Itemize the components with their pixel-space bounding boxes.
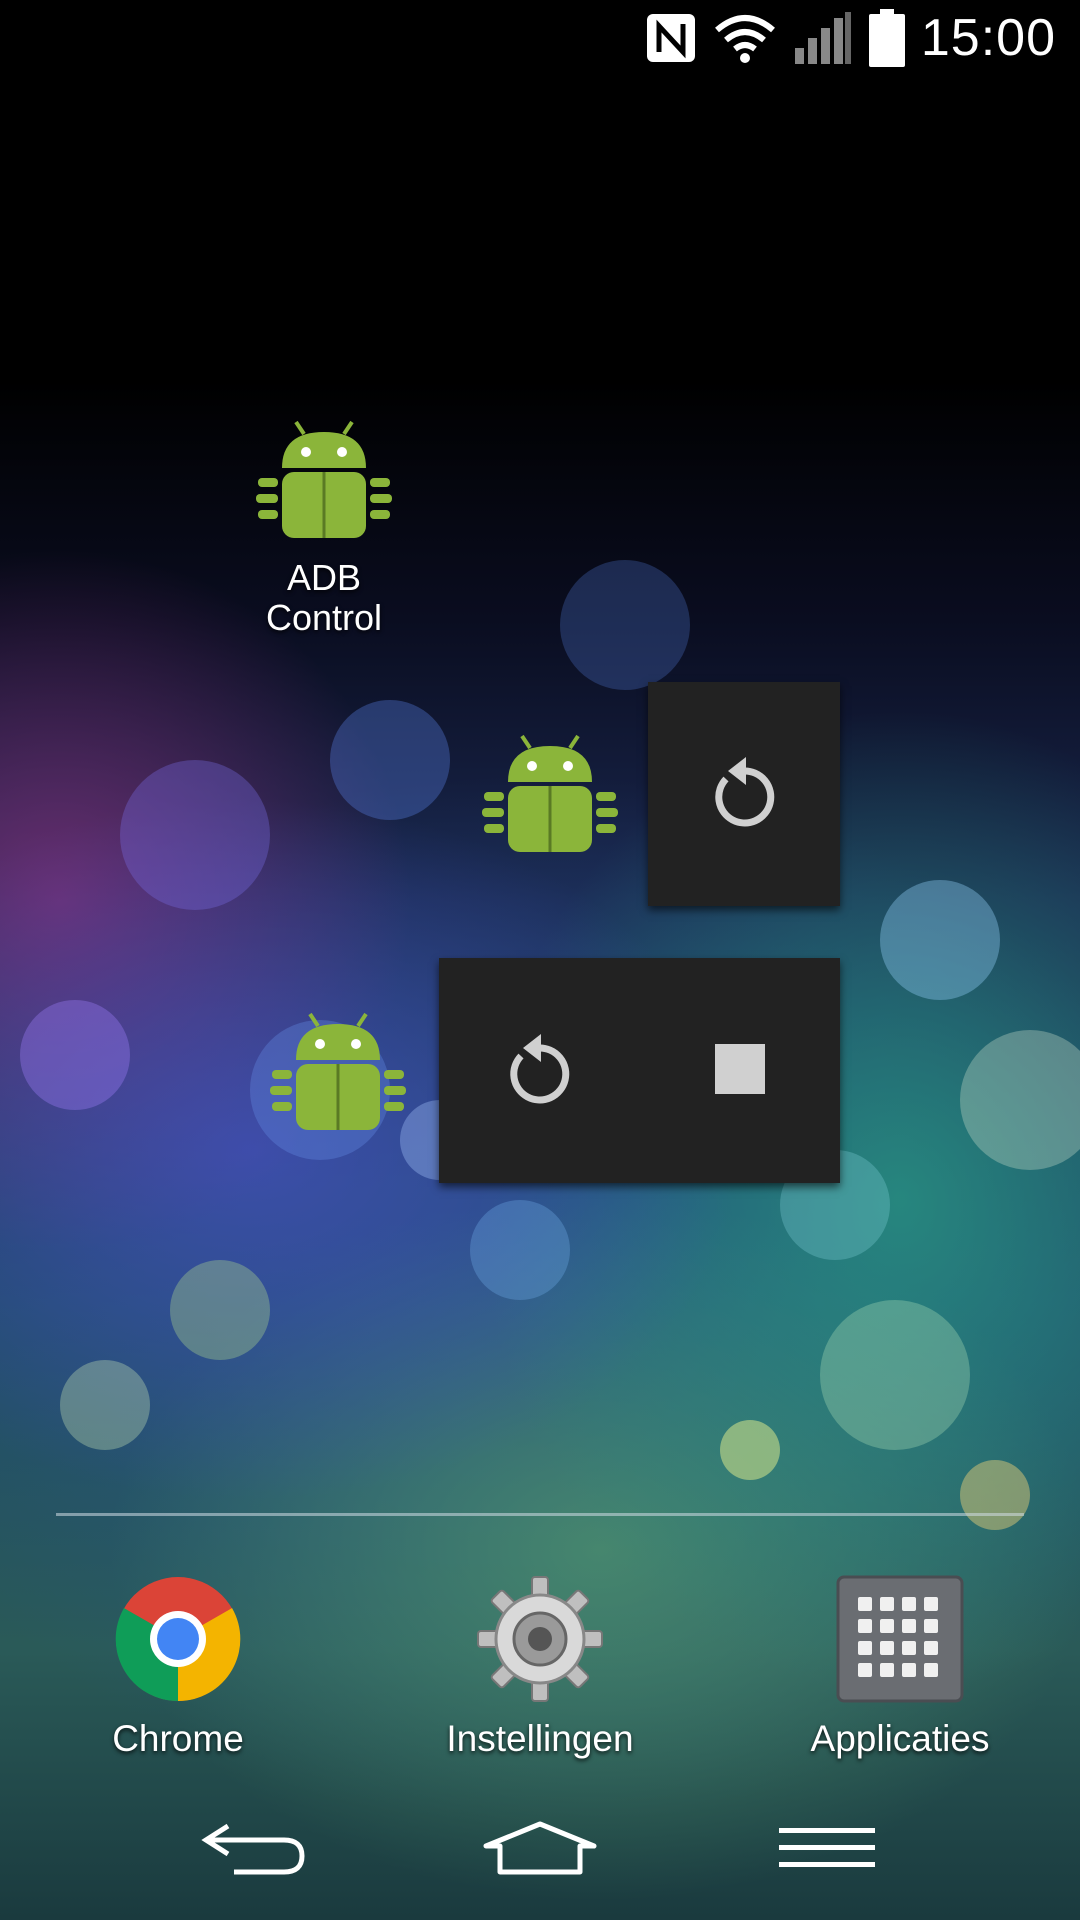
adb-widget-small bbox=[648, 682, 840, 906]
home-button[interactable] bbox=[460, 1800, 620, 1900]
back-button[interactable] bbox=[173, 1800, 333, 1900]
back-icon bbox=[198, 1818, 308, 1882]
adb-bug-icon bbox=[224, 420, 424, 542]
dock-label: Instellingen bbox=[446, 1718, 634, 1759]
dock-label: Applicaties bbox=[810, 1718, 990, 1759]
adb-widget-large-icon[interactable] bbox=[268, 1008, 408, 1142]
dock-item-instellingen[interactable]: Instellingen bbox=[410, 1575, 670, 1759]
dock-item-applicaties[interactable]: Applicaties bbox=[770, 1575, 1030, 1759]
shortcut-label: ADB Control bbox=[265, 557, 383, 638]
restart-icon bbox=[507, 1033, 571, 1108]
home-icon bbox=[482, 1820, 598, 1880]
restart-button[interactable] bbox=[648, 682, 840, 906]
dock-label: Chrome bbox=[112, 1718, 244, 1759]
adb-widget-small-icon[interactable] bbox=[480, 730, 620, 864]
stop-button[interactable] bbox=[640, 958, 841, 1183]
dock-divider bbox=[56, 1513, 1024, 1516]
clock: 15:00 bbox=[920, 9, 1056, 67]
adb-control-shortcut[interactable]: ADB Control bbox=[224, 420, 424, 638]
status-bar: 15:00 bbox=[0, 0, 1080, 76]
settings-gear-icon bbox=[410, 1575, 670, 1703]
adb-widget-large bbox=[439, 958, 840, 1183]
menu-icon bbox=[778, 1824, 875, 1876]
restart-button[interactable] bbox=[439, 958, 640, 1183]
chrome-icon bbox=[48, 1575, 308, 1703]
adb-bug-icon bbox=[268, 1012, 408, 1142]
nfc-icon bbox=[645, 12, 697, 64]
restart-icon bbox=[712, 757, 776, 831]
stop-icon bbox=[713, 1042, 767, 1100]
app-drawer-icon bbox=[770, 1575, 1030, 1703]
dock-item-chrome[interactable]: Chrome bbox=[48, 1575, 308, 1759]
menu-button[interactable] bbox=[747, 1800, 907, 1900]
battery-icon bbox=[868, 9, 905, 67]
adb-bug-icon bbox=[480, 734, 620, 864]
navigation-bar bbox=[0, 1780, 1080, 1920]
wifi-icon bbox=[713, 12, 777, 64]
signal-icon bbox=[793, 10, 853, 66]
